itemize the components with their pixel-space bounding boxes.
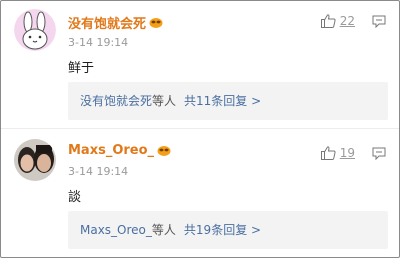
vip-badge-icon [157,146,171,156]
user-photo-avatar [14,139,56,181]
like-button[interactable]: 22 [320,14,355,28]
thread-count-link[interactable]: 共19条回复 > [184,223,261,237]
reply-thread-preview[interactable]: 没有饱就会死等人 共11条回复 > [68,82,388,120]
comment-2: Maxs_Oreo_ 3-14 19:14 談 19 Maxs_Oreo_等人共… [0,129,400,257]
username[interactable]: 没有饱就会死 [68,13,163,32]
username[interactable]: Maxs_Oreo_ [68,143,171,158]
username-text[interactable]: 没有饱就会死 [68,13,146,32]
comment-text: 鲜于 [68,61,95,76]
thumb-up-icon [320,14,336,28]
thread-names[interactable]: 没有饱就会死 [80,94,152,108]
reply-thread-preview[interactable]: Maxs_Oreo_等人 共19条回复 > [68,211,388,249]
like-count: 22 [339,14,355,28]
timestamp: 3-14 19:14 [68,165,129,178]
comment-actions: 22 [320,14,386,28]
timestamp: 3-14 19:14 [68,36,129,49]
thread-names[interactable]: Maxs_Oreo_ [80,223,152,237]
thread-suffix: 等人 [151,223,176,237]
thread-suffix: 等人 [152,94,177,108]
thread-count-link[interactable]: 共11条回复 > [184,94,261,108]
reply-icon[interactable] [372,147,386,160]
like-button[interactable]: 19 [320,146,355,160]
reply-icon[interactable] [372,15,386,28]
avatar[interactable] [14,139,56,181]
comment-1: 没有饱就会死 3-14 19:14 鲜于 22 没有饱就会死等人 共11条回复 > [0,0,400,128]
like-count: 19 [339,146,355,160]
comment-actions: 19 [320,146,386,160]
comment-text: 談 [68,190,82,205]
thumb-up-icon [320,146,336,160]
username-text[interactable]: Maxs_Oreo_ [68,143,154,158]
avatar[interactable] [14,9,56,51]
bunny-avatar-icon [14,9,56,51]
vip-badge-icon [149,18,163,28]
